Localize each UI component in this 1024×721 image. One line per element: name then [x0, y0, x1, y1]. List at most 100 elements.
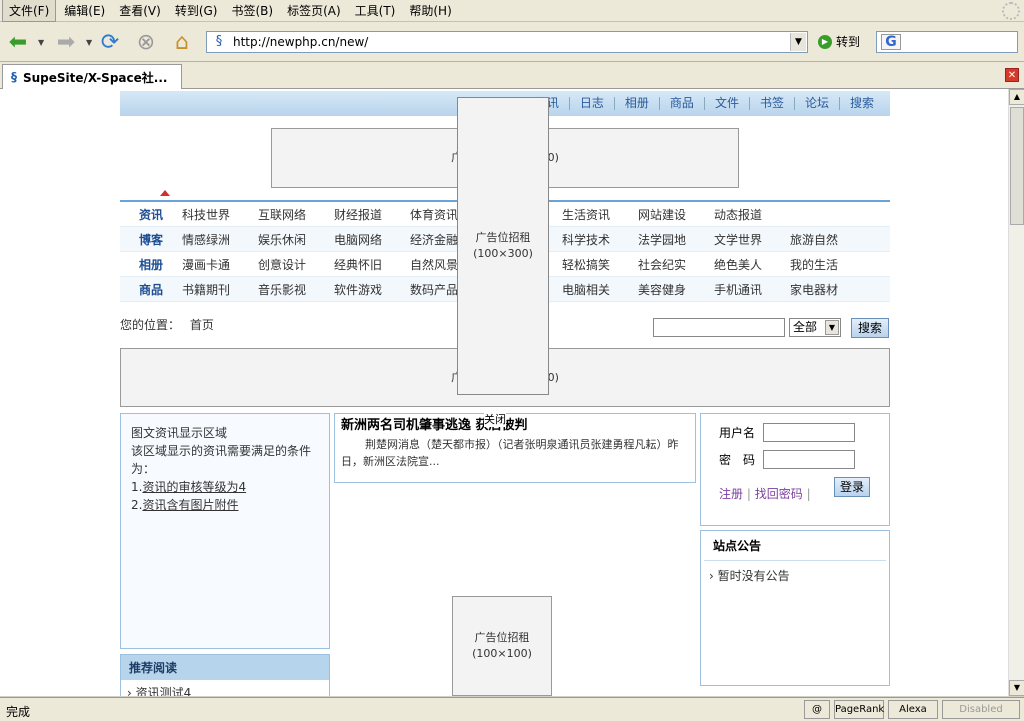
menu-tabs[interactable]: 标签页(A) [281, 0, 347, 21]
news-title[interactable]: 新洲两名司机肇事逃逸 获后被判 [341, 416, 689, 436]
image-news-area: 图文资讯显示区域 该区域显示的资讯需要满足的条件为： 1.资讯的审核等级为4 2… [120, 413, 330, 649]
category-item[interactable]: 手机通讯 [714, 281, 790, 298]
category-item[interactable]: 创意设计 [258, 256, 334, 273]
ad-float-100x300[interactable]: 广告位招租 (100×300) [457, 97, 549, 395]
reload-icon[interactable]: ⟳ [96, 28, 124, 56]
category-item[interactable]: 书籍期刊 [182, 281, 258, 298]
category-item[interactable]: 文学世界 [714, 231, 790, 248]
category-item[interactable]: 轻松搞笑 [562, 256, 638, 273]
back-icon[interactable]: ⬅ [4, 28, 32, 56]
category-head[interactable]: 商品 [120, 281, 182, 298]
throbber-icon [1002, 2, 1020, 20]
nav-album[interactable]: 相册 [613, 97, 659, 110]
category-item[interactable]: 漫画卡通 [182, 256, 258, 273]
nav-forum[interactable]: 论坛 [793, 97, 839, 110]
menu-bookmarks[interactable]: 书签(B) [225, 0, 279, 21]
nav-goods[interactable]: 商品 [658, 97, 704, 110]
category-item[interactable]: 音乐影视 [258, 281, 334, 298]
category-head[interactable]: 资讯 [120, 206, 182, 223]
headline-news: 新洲两名司机肇事逃逸 获后被判 荆楚网消息（楚天都市报）（记者张明泉通讯员张建勇… [334, 413, 696, 483]
pagerank-indicator[interactable]: PageRank [834, 700, 884, 719]
vertical-scrollbar[interactable]: ▲ ▼ [1008, 89, 1024, 696]
back-dropdown-icon[interactable]: ▼ [38, 38, 44, 47]
list-item[interactable]: › 资讯测试4 [121, 680, 329, 696]
search-scope-select[interactable]: 全部 ▼ [789, 318, 841, 337]
category-item[interactable]: 财经报道 [334, 206, 410, 223]
home-icon[interactable]: ⌂ [168, 28, 196, 56]
category-item[interactable]: 动态报道 [714, 206, 790, 223]
recommended-item[interactable]: 资讯测试4 [136, 686, 192, 696]
tab-favicon-icon: § [11, 70, 17, 84]
nav-blog[interactable]: 日志 [568, 97, 614, 110]
username-input[interactable] [763, 423, 855, 442]
menu-view[interactable]: 查看(V) [113, 0, 167, 21]
category-item[interactable]: 科学技术 [562, 231, 638, 248]
menu-go[interactable]: 转到(G) [169, 0, 224, 21]
category-item[interactable]: 我的生活 [790, 256, 866, 273]
alexa-indicator[interactable]: Alexa [888, 700, 938, 719]
site-search-input[interactable] [653, 318, 785, 337]
breadcrumb-home[interactable]: 首页 [190, 318, 214, 332]
nav-search[interactable]: 搜索 [838, 97, 884, 110]
ad-small-100x100[interactable]: 广告位招租 (100×100) [452, 596, 552, 696]
category-head[interactable]: 博客 [120, 231, 182, 248]
forward-icon[interactable]: ➡ [52, 28, 80, 56]
category-item[interactable]: 法学园地 [638, 231, 714, 248]
notice-box: 站点公告 › 暂时没有公告 [700, 530, 890, 686]
notice-text: 暂时没有公告 [717, 569, 790, 583]
disabled-indicator: Disabled [942, 700, 1020, 719]
category-item[interactable]: 电脑网络 [334, 231, 410, 248]
menu-help[interactable]: 帮助(H) [403, 0, 457, 21]
google-icon[interactable]: G [881, 34, 901, 50]
go-label: 转到 [836, 35, 861, 49]
image-news-cond1: 1.资讯的审核等级为4 [131, 478, 319, 496]
site-favicon-icon: § [215, 34, 223, 49]
category-item[interactable]: 生活资讯 [562, 206, 638, 223]
category-item[interactable]: 电脑相关 [562, 281, 638, 298]
forward-dropdown-icon[interactable]: ▼ [86, 38, 92, 47]
close-tab-icon[interactable]: ✕ [1005, 68, 1019, 82]
nav-bookmarks[interactable]: 书签 [748, 97, 794, 110]
category-item[interactable]: 娱乐休闲 [258, 231, 334, 248]
category-head[interactable]: 相册 [120, 256, 182, 273]
menu-file[interactable]: 文件(F) [2, 0, 57, 22]
cond1-text: 资讯的审核等级为4 [142, 480, 247, 494]
status-addon-icon[interactable]: @ [804, 700, 830, 719]
menu-tools[interactable]: 工具(T) [349, 0, 402, 21]
recommended-box: 推荐阅读 › 资讯测试4 [120, 654, 330, 696]
category-item[interactable]: 绝色美人 [714, 256, 790, 273]
login-links: 注册 | 找回密码 | [719, 487, 811, 501]
category-item[interactable]: 科技世界 [182, 206, 258, 223]
username-label: 用户名 [719, 426, 756, 440]
category-item[interactable]: 网站建设 [638, 206, 714, 223]
category-item[interactable]: 美容健身 [638, 281, 714, 298]
stop-icon[interactable]: ⊗ [132, 28, 160, 56]
category-item[interactable]: 情感绿洲 [182, 231, 258, 248]
category-item[interactable]: 互联网络 [258, 206, 334, 223]
category-item[interactable]: 旅游自然 [790, 231, 866, 248]
register-link[interactable]: 注册 [719, 487, 743, 501]
status-bar: 完成 @ PageRank Alexa Disabled [0, 697, 1024, 721]
go-button[interactable]: ▶ 转到 [818, 33, 860, 50]
category-item[interactable]: 经典怀旧 [334, 256, 410, 273]
login-button[interactable]: 登录 [834, 477, 870, 497]
close-float-link[interactable]: 关闭 [484, 411, 506, 427]
url-dropdown-icon[interactable]: ▼ [790, 33, 806, 51]
password-input[interactable] [763, 450, 855, 469]
search-engine-box[interactable]: G [876, 31, 1018, 53]
scroll-down-icon[interactable]: ▼ [1009, 680, 1024, 696]
scroll-up-icon[interactable]: ▲ [1009, 89, 1024, 105]
find-password-link[interactable]: 找回密码 [755, 487, 803, 501]
category-item[interactable]: 社会纪实 [638, 256, 714, 273]
nav-files[interactable]: 文件 [703, 97, 749, 110]
url-text[interactable]: http://newphp.cn/new/ [233, 35, 790, 49]
search-button[interactable]: 搜索 [851, 318, 889, 338]
breadcrumb: 您的位置： 首页 [120, 316, 214, 333]
select-arrow-icon[interactable]: ▼ [825, 320, 839, 335]
category-item[interactable]: 软件游戏 [334, 281, 410, 298]
scroll-thumb[interactable] [1010, 107, 1024, 225]
url-bar[interactable]: § http://newphp.cn/new/ ▼ [206, 31, 808, 53]
tab-supesite[interactable]: § SupeSite/X-Space社... [2, 64, 182, 89]
menu-edit[interactable]: 编辑(E) [58, 0, 111, 21]
category-item[interactable]: 家电器材 [790, 281, 866, 298]
